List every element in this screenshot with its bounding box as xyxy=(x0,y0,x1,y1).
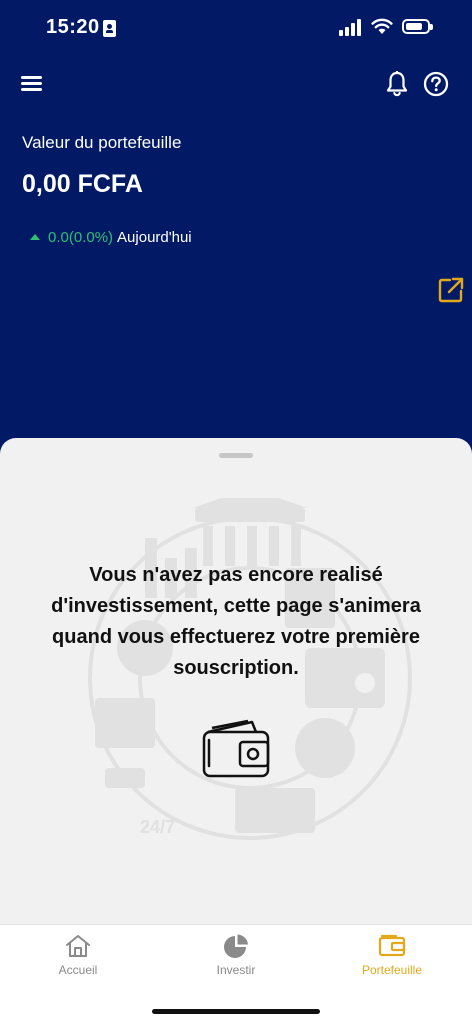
change-period: Aujourd'hui xyxy=(117,229,192,246)
tab-portefeuille[interactable]: Portefeuille xyxy=(332,933,452,993)
tab-accueil[interactable]: Accueil xyxy=(18,933,138,993)
up-arrow-icon xyxy=(30,234,40,240)
hamburger-menu-icon[interactable] xyxy=(20,72,44,94)
portfolio-header: 15:20 Valeur du portefeuille 0,00 FCFA 0 xyxy=(0,0,472,470)
tab-portefeuille-label: Portefeuille xyxy=(361,963,423,977)
drag-handle[interactable] xyxy=(219,453,253,458)
portfolio-value: 0,00 FCFA xyxy=(22,170,143,198)
bell-icon[interactable] xyxy=(384,70,410,98)
tab-investir-label: Investir xyxy=(216,963,256,977)
pie-chart-icon xyxy=(224,934,248,958)
portfolio-change: 0.0(0.0%) Aujourd'hui xyxy=(30,229,192,246)
wallet-icon xyxy=(378,934,406,957)
question-circle-icon[interactable] xyxy=(423,71,449,97)
tab-investir[interactable]: Investir xyxy=(176,933,296,993)
external-link-icon[interactable] xyxy=(437,276,465,304)
home-icon xyxy=(66,935,90,957)
home-indicator[interactable] xyxy=(152,1009,320,1014)
cellular-signal-icon xyxy=(339,18,363,36)
empty-state-sheet: 24/7 Vous n'avez pas encore realisé d'in… xyxy=(0,438,472,928)
portfolio-value-label: Valeur du portefeuille xyxy=(22,133,182,152)
battery-icon xyxy=(402,19,433,34)
tab-accueil-label: Accueil xyxy=(58,963,98,977)
change-value: 0.0(0.0%) xyxy=(48,229,114,246)
status-bar: 15:20 xyxy=(0,0,472,56)
svg-text:24/7: 24/7 xyxy=(140,817,175,837)
contact-card-icon xyxy=(103,20,116,37)
empty-state-message: Vous n'avez pas encore realisé d'investi… xyxy=(51,564,421,679)
status-time: 15:20 xyxy=(46,16,100,38)
wallet-icon xyxy=(202,719,270,778)
wifi-icon xyxy=(371,18,393,34)
